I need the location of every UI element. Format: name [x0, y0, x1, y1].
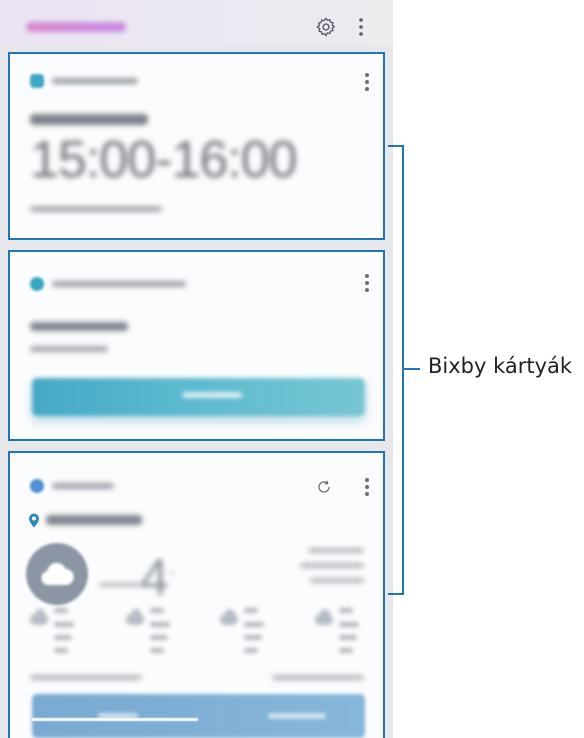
phone-screen: 15:00-16:00 —4° — [0, 0, 393, 738]
forecast-column — [220, 608, 270, 668]
event-title — [30, 114, 148, 125]
card-more-icon[interactable] — [362, 73, 372, 91]
card-more-icon[interactable] — [362, 478, 372, 496]
more-vertical-icon[interactable] — [354, 17, 368, 37]
weather-provider — [30, 675, 142, 680]
calendar-icon — [30, 74, 44, 88]
bixby-cards-callout: Bixby kártyák — [428, 354, 573, 378]
tab-indicator — [32, 718, 198, 721]
weather-small-icon — [30, 479, 44, 493]
card-header-label — [52, 483, 114, 489]
cloud-icon — [26, 543, 88, 605]
event-subtitle — [30, 206, 162, 212]
bixby-home-header — [0, 0, 393, 46]
weather-detail-line — [308, 548, 364, 553]
gear-icon[interactable] — [315, 16, 337, 38]
reminder-card[interactable] — [8, 250, 385, 441]
callout-leader-line — [404, 368, 420, 370]
refresh-icon[interactable] — [316, 479, 332, 495]
cards-bracket — [388, 145, 404, 595]
weather-detail-line — [310, 578, 364, 583]
weather-card[interactable]: —4° — [8, 451, 385, 738]
weather-updated — [272, 675, 364, 680]
event-time-range: 15:00-16:00 — [30, 131, 298, 189]
schedule-card[interactable]: 15:00-16:00 — [8, 52, 385, 240]
reminder-icon — [30, 277, 44, 291]
card-more-icon[interactable] — [362, 274, 372, 292]
forecast-column — [315, 608, 365, 668]
location-pin-icon — [29, 513, 39, 528]
current-temperature: —4° — [100, 549, 175, 607]
reminder-title — [30, 322, 128, 331]
forecast-column — [126, 608, 176, 668]
reminder-time — [30, 346, 108, 352]
location-name — [46, 515, 142, 525]
complete-button[interactable] — [32, 378, 365, 416]
bixby-home-title — [26, 22, 126, 32]
card-header-label — [52, 78, 138, 84]
weather-detail-line — [300, 563, 364, 568]
card-header-label — [52, 281, 186, 287]
forecast-column — [30, 608, 80, 668]
weather-tab-bar[interactable] — [32, 694, 365, 738]
